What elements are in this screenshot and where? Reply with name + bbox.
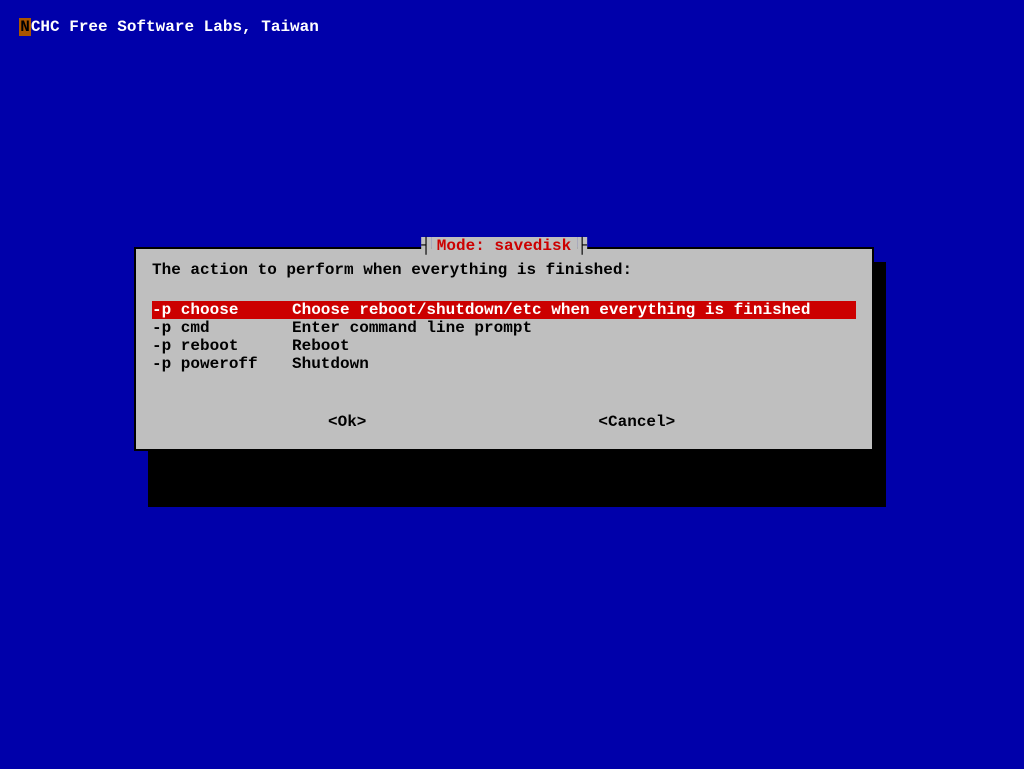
menu-item-cmd[interactable]: -p cmd Enter command line prompt	[152, 319, 856, 337]
ok-button[interactable]: <Ok>	[328, 413, 366, 431]
header-text: CHC Free Software Labs, Taiwan	[31, 18, 319, 36]
header-bar: NCHC Free Software Labs, Taiwan	[0, 0, 319, 36]
cancel-button[interactable]: <Cancel>	[598, 413, 675, 431]
menu-item-desc: Enter command line prompt	[292, 319, 532, 337]
menu-item-desc: Shutdown	[292, 355, 369, 373]
menu-list: -p choose Choose reboot/shutdown/etc whe…	[152, 301, 856, 373]
mode-dialog: ┤ Mode: savedisk ├ The action to perform…	[134, 247, 874, 451]
menu-item-key: -p reboot	[152, 337, 292, 355]
menu-item-reboot[interactable]: -p reboot Reboot	[152, 337, 856, 355]
dialog-title: Mode: savedisk	[431, 237, 577, 255]
menu-item-key: -p choose	[152, 301, 292, 319]
title-right-tick: ├	[577, 237, 587, 255]
menu-item-key: -p cmd	[152, 319, 292, 337]
dialog-title-bar: ┤ Mode: savedisk ├	[421, 237, 587, 255]
dialog-prompt: The action to perform when everything is…	[152, 261, 856, 279]
title-left-tick: ┤	[421, 237, 431, 255]
menu-item-desc: Choose reboot/shutdown/etc when everythi…	[292, 301, 810, 319]
header-first-char: N	[19, 18, 31, 36]
dialog-buttons: <Ok> <Cancel>	[152, 413, 856, 431]
menu-item-choose[interactable]: -p choose Choose reboot/shutdown/etc whe…	[152, 301, 856, 319]
menu-item-desc: Reboot	[292, 337, 350, 355]
menu-item-key: -p poweroff	[152, 355, 292, 373]
menu-item-poweroff[interactable]: -p poweroff Shutdown	[152, 355, 856, 373]
